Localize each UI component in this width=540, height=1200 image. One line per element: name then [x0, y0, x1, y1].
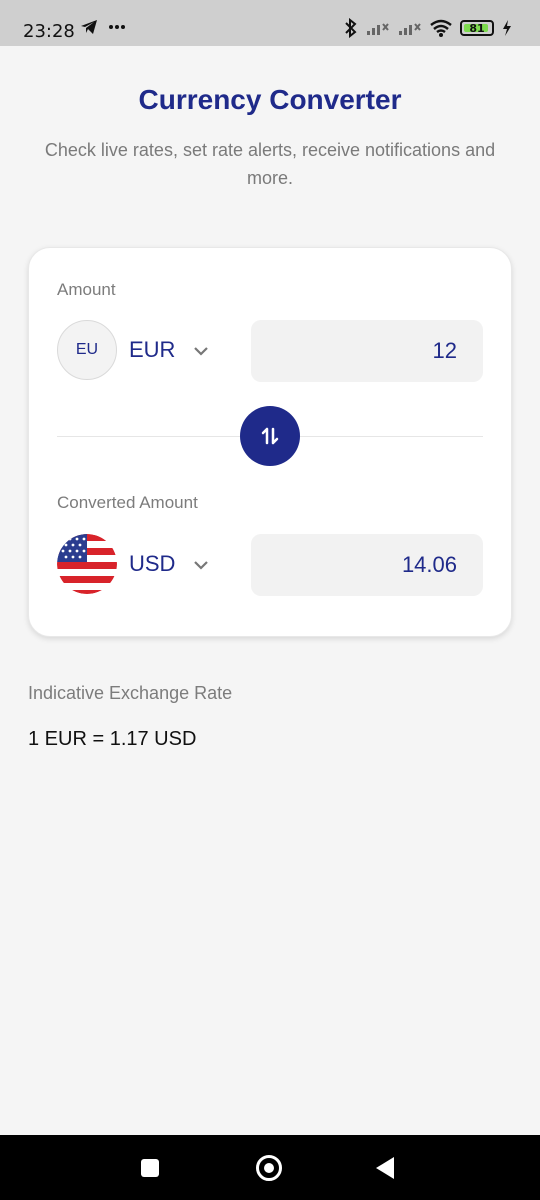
swap-button[interactable]: [240, 406, 300, 466]
us-flag-icon: [57, 534, 117, 594]
page-title: Currency Converter: [138, 84, 402, 115]
status-right-icons: 81: [344, 18, 512, 38]
to-currency-code: USD: [129, 551, 176, 576]
home-icon[interactable]: [256, 1155, 282, 1181]
status-time: 23:28: [23, 21, 75, 42]
chevron-down-icon: [194, 561, 209, 570]
recents-icon[interactable]: [141, 1159, 159, 1177]
page-subtitle: Check live rates, set rate alerts, recei…: [44, 140, 496, 188]
signal-icon: [367, 23, 389, 35]
converted-amount-field[interactable]: 14.06: [251, 534, 483, 596]
converted-amount-value: 14.06: [401, 552, 457, 577]
battery-icon: 81: [460, 20, 494, 36]
charging-icon: [503, 20, 511, 36]
back-icon[interactable]: [376, 1157, 394, 1179]
amount-input[interactable]: 12: [251, 320, 483, 382]
exchange-rate-label: Indicative Exchange Rate: [28, 683, 233, 703]
status-left-icons: [80, 19, 126, 35]
to-currency-select[interactable]: USD: [57, 534, 209, 594]
signal-icon: [399, 23, 421, 35]
swap-arrows-icon: [261, 427, 279, 445]
telegram-icon: [81, 20, 97, 34]
navigation-bar: [0, 1135, 540, 1200]
eu-flag-text: EU: [75, 341, 99, 358]
battery-level: 81: [469, 21, 485, 35]
from-currency-select[interactable]: EU EUR: [57, 320, 209, 380]
bluetooth-icon: [345, 18, 357, 38]
status-bar: 23:28 81: [0, 0, 540, 46]
wifi-icon: [430, 19, 452, 37]
more-icon: [109, 25, 125, 29]
amount-value: 12: [432, 338, 457, 363]
converted-amount-label: Converted Amount: [57, 493, 198, 512]
amount-label: Amount: [57, 280, 116, 299]
from-currency-code: EUR: [129, 337, 176, 362]
eu-flag-icon: EU: [57, 320, 117, 380]
exchange-rate-value: 1 EUR = 1.17 USD: [28, 728, 197, 750]
chevron-down-icon: [194, 347, 209, 356]
converter-card: Amount EU EUR 12 Converted Amount USD 14…: [28, 247, 512, 637]
